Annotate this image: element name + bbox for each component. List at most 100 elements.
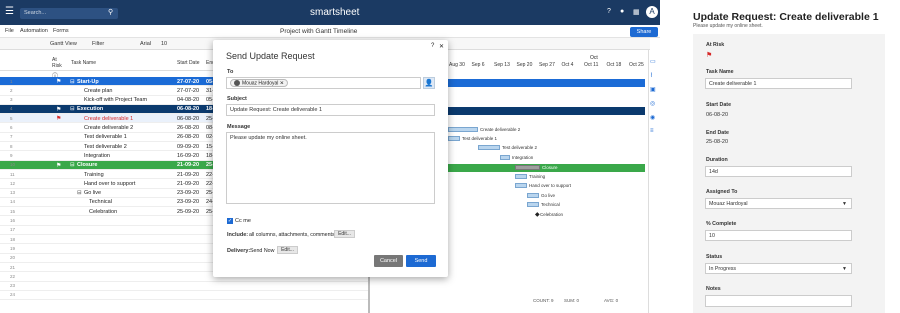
start-date-cell[interactable]: 21-09-20 [177,162,199,168]
column-header-start-date[interactable]: Start Date [177,60,200,66]
start-date-cell[interactable]: 26-08-20 [177,125,199,131]
menu-forms[interactable]: Forms [53,28,69,34]
attachment-icon[interactable]: ⌇ [650,72,653,79]
flag-icon[interactable]: ⚑ [56,78,62,85]
collapse-icon[interactable]: ⊟ [70,79,75,85]
table-row[interactable]: 23 [0,281,368,291]
gantt-bar-label: Celebration [540,212,564,217]
gantt-bar[interactable] [515,183,527,188]
recipient-chip[interactable]: Mouaz Hardoyal ✕ [230,79,288,87]
notification-icon[interactable]: ● [620,8,624,15]
cc-me-checkbox[interactable]: ✓ [227,218,233,224]
assigned-to-label: Assigned To [706,189,738,195]
table-row[interactable]: 24 [0,290,368,301]
cancel-button[interactable]: Cancel [374,255,403,267]
start-date-cell[interactable]: 21-09-20 [177,172,199,178]
filter-button[interactable]: Filter [92,41,104,47]
subject-input[interactable]: Update Request: Create deliverable 1 [226,104,435,116]
task-name-cell[interactable]: Training [84,172,104,178]
activity-icon[interactable]: ◉ [650,114,655,121]
update-requests-icon[interactable]: ◎ [650,100,655,107]
sheet-title[interactable]: Project with Gantt Timeline [280,28,357,35]
task-name-cell[interactable]: Hand over to support [84,181,135,187]
task-name-cell[interactable]: Create plan [84,88,112,94]
gantt-bar[interactable] [515,165,540,170]
collapse-icon[interactable]: ⊟ [70,162,75,168]
flag-icon[interactable]: ⚑ [706,51,712,59]
gantt-bar[interactable] [527,193,539,198]
duration-input[interactable]: 14d [705,166,852,177]
flag-icon[interactable]: ⚑ [56,162,62,169]
start-date-cell[interactable]: 26-08-20 [177,134,199,140]
gantt-bar[interactable] [500,155,510,160]
font-size-select[interactable]: 10 [161,41,167,47]
flag-icon[interactable]: ⚑ [56,115,62,122]
gantt-bar[interactable] [448,136,460,141]
font-select[interactable]: Arial [140,41,151,47]
avatar[interactable]: A [646,6,658,18]
start-date-cell[interactable]: 04-08-20 [177,97,199,103]
task-name-cell[interactable]: Go live [84,190,101,196]
start-date-cell[interactable]: 25-09-20 [177,209,199,215]
task-name-cell[interactable]: Closure [77,162,97,168]
start-date-cell[interactable]: 23-09-20 [177,199,199,205]
message-textarea[interactable]: Please update my online sheet. [226,132,435,204]
help-icon[interactable]: ? [431,43,434,49]
summary-icon[interactable]: ≡ [650,128,654,134]
task-name-cell[interactable]: Celebration [89,209,117,215]
gantt-bar[interactable] [515,174,527,179]
gantt-view-button[interactable]: Gantt View [50,41,77,47]
gantt-bar-label: Test deliverable 1 [462,136,498,141]
help-icon[interactable]: ? [607,8,611,15]
collapse-icon[interactable]: ⊟ [70,106,75,112]
apps-icon[interactable]: ▦ [633,8,640,16]
start-date-cell[interactable]: 23-09-20 [177,190,199,196]
start-date-cell[interactable]: 09-09-20 [177,144,199,150]
task-name-cell[interactable]: Integration [84,153,110,159]
milestone-icon[interactable]: ◆ [535,211,540,218]
search-icon[interactable]: ⚲ [108,8,113,16]
menu-file[interactable]: File [5,28,14,34]
close-icon[interactable]: ✕ [439,43,444,50]
column-header-at-risk[interactable]: At Risk [52,57,64,69]
flag-icon[interactable]: ⚑ [56,106,62,113]
start-date-cell[interactable]: 27-07-20 [177,79,199,85]
start-date-cell[interactable]: 27-07-20 [177,88,199,94]
assigned-to-select[interactable]: Mouaz Hardoyal ▼ [705,198,852,209]
comment-icon[interactable]: ▭ [650,58,656,65]
gantt-bar-label: Training [529,174,546,179]
task-name-cell[interactable]: Execution [77,106,103,112]
column-header-task-name[interactable]: Task Name [71,60,96,66]
search-input[interactable]: Search... [20,8,118,19]
notes-input[interactable] [705,295,852,307]
complete-input[interactable]: 10 [705,230,852,241]
row-number: 24 [10,292,16,298]
remove-recipient-icon[interactable]: ✕ [280,80,284,86]
delivery-edit-button[interactable]: Edit... [277,246,298,254]
menu-icon[interactable]: ☰ [5,7,15,17]
gantt-bar[interactable] [527,202,539,207]
task-name-cell[interactable]: Kick-off with Project Team [84,97,147,103]
menu-automation[interactable]: Automation [20,28,48,34]
gantt-bar[interactable] [478,145,500,150]
task-name-cell[interactable]: Create deliverable 1 [84,116,133,122]
start-date-value: 06-08-20 [706,112,729,118]
start-date-cell[interactable]: 06-08-20 [177,116,199,122]
task-name-cell[interactable]: Create deliverable 2 [84,125,133,131]
start-date-cell[interactable]: 21-09-20 [177,181,199,187]
status-select[interactable]: In Progress ▼ [705,263,852,274]
task-name-cell[interactable]: Start-Up [77,79,99,85]
share-button[interactable]: Share [630,27,658,37]
task-name-cell[interactable]: Technical [89,199,112,205]
start-date-cell[interactable]: 06-08-20 [177,106,199,112]
task-name-cell[interactable]: Test deliverable 1 [84,134,127,140]
collapse-icon[interactable]: ⊟ [77,190,82,196]
start-date-cell[interactable]: 16-09-20 [177,153,199,159]
task-name-input[interactable]: Create deliverable 1 [705,78,852,89]
task-name-cell[interactable]: Test deliverable 2 [84,144,127,150]
contacts-icon[interactable]: 👤 [423,77,435,89]
proofing-icon[interactable]: ▣ [650,86,656,93]
include-edit-button[interactable]: Edit... [334,230,355,238]
gantt-bar[interactable] [448,127,478,132]
send-button[interactable]: Send [406,255,436,267]
